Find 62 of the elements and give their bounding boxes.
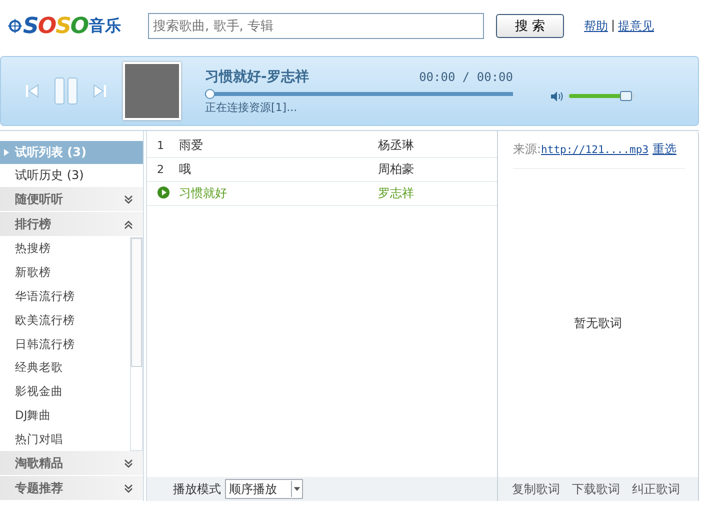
chart-list-item[interactable]: DJ舞曲 bbox=[0, 403, 130, 428]
chart-list-item[interactable]: 欧美流行榜 bbox=[0, 308, 130, 332]
lyrics-action[interactable]: 纠正歌词 bbox=[632, 480, 680, 498]
section-label: 排行榜 bbox=[15, 216, 51, 232]
section-header[interactable]: 排行榜 bbox=[0, 212, 143, 237]
expand-icon[interactable] bbox=[124, 194, 133, 204]
source-label: 来源: bbox=[513, 141, 542, 158]
volume-slider[interactable] bbox=[569, 91, 635, 101]
section-label: 淘歌精品 bbox=[15, 454, 63, 472]
link-separator: | bbox=[611, 18, 616, 34]
section-header[interactable]: 专题推荐 bbox=[0, 476, 143, 501]
chart-list-item[interactable]: 经典老歌 bbox=[0, 356, 130, 380]
soso-logo[interactable]: SOSO音乐 bbox=[8, 14, 148, 38]
expand-icon[interactable] bbox=[124, 484, 133, 492]
track-row[interactable]: 1 雨爱 杨丞琳 bbox=[147, 134, 497, 158]
reselect-link[interactable]: 重选 bbox=[652, 141, 677, 158]
sidebar-tab[interactable]: 试听历史 (3) bbox=[0, 164, 143, 187]
play-time: 00:00 / 00:00 bbox=[419, 70, 513, 84]
chart-list-item[interactable]: 华语流行榜 bbox=[0, 284, 130, 308]
play-mode-dropdown[interactable]: 顺序播放 bbox=[225, 479, 303, 499]
no-lyrics-text: 暂无歌词 bbox=[574, 314, 622, 332]
track-artist: 罗志祥 bbox=[378, 185, 414, 202]
crosshair-icon bbox=[8, 19, 22, 33]
next-icon[interactable] bbox=[93, 84, 107, 98]
section-label: 专题推荐 bbox=[15, 480, 63, 496]
track-row[interactable]: 2 哦 周柏豪 bbox=[147, 158, 497, 182]
progress-handle[interactable] bbox=[205, 88, 215, 98]
dropdown-arrow-icon bbox=[291, 481, 302, 497]
track-artist: 杨丞琳 bbox=[378, 137, 414, 154]
play-icon[interactable] bbox=[157, 186, 170, 198]
lyrics-action[interactable]: 复制歌词 bbox=[512, 480, 560, 498]
chart-list-item[interactable]: 新歌榜 bbox=[0, 260, 130, 285]
volume-handle[interactable] bbox=[620, 91, 632, 101]
chart-list-item[interactable]: 日韩流行榜 bbox=[0, 332, 130, 356]
track-number: 2 bbox=[157, 163, 165, 176]
track-artist: 周柏豪 bbox=[378, 161, 414, 178]
search-field[interactable]: 搜索歌曲, 歌手, 专辑 bbox=[148, 13, 484, 39]
chart-list-item[interactable]: 热门对唱 bbox=[0, 427, 130, 452]
source-link[interactable]: http://121....mp3 bbox=[541, 144, 649, 156]
section-label: 随便听听 bbox=[15, 190, 63, 208]
speaker-icon[interactable] bbox=[551, 90, 563, 102]
header-link[interactable]: 提意见 bbox=[618, 18, 654, 34]
track-title: 习惯就好 bbox=[179, 185, 228, 202]
expand-icon[interactable] bbox=[124, 458, 133, 468]
search-button[interactable]: 搜 索 bbox=[496, 14, 564, 38]
status-text: 正在连接资源[1]... bbox=[205, 100, 298, 114]
header-link[interactable]: 帮助 bbox=[584, 18, 608, 34]
section-header[interactable]: 淘歌精品 bbox=[0, 451, 143, 476]
track-title: 哦 bbox=[179, 161, 192, 178]
chart-list-item[interactable]: 影视金曲 bbox=[0, 380, 130, 404]
play-mode-label: 播放模式 bbox=[173, 480, 221, 498]
section-header[interactable]: 随便听听 bbox=[0, 187, 143, 212]
previous-icon[interactable] bbox=[25, 84, 39, 98]
album-cover-placeholder bbox=[123, 62, 181, 120]
track-number: 1 bbox=[157, 139, 165, 152]
scrollbar[interactable] bbox=[130, 237, 143, 451]
lyrics-action[interactable]: 下载歌词 bbox=[572, 480, 620, 498]
collapse-icon[interactable] bbox=[124, 220, 133, 228]
chart-list-item[interactable]: 热搜榜 bbox=[0, 237, 130, 261]
song-title: 习惯就好-罗志祥 bbox=[205, 68, 309, 86]
track-title: 雨爱 bbox=[179, 137, 204, 154]
caret-icon bbox=[4, 149, 9, 156]
